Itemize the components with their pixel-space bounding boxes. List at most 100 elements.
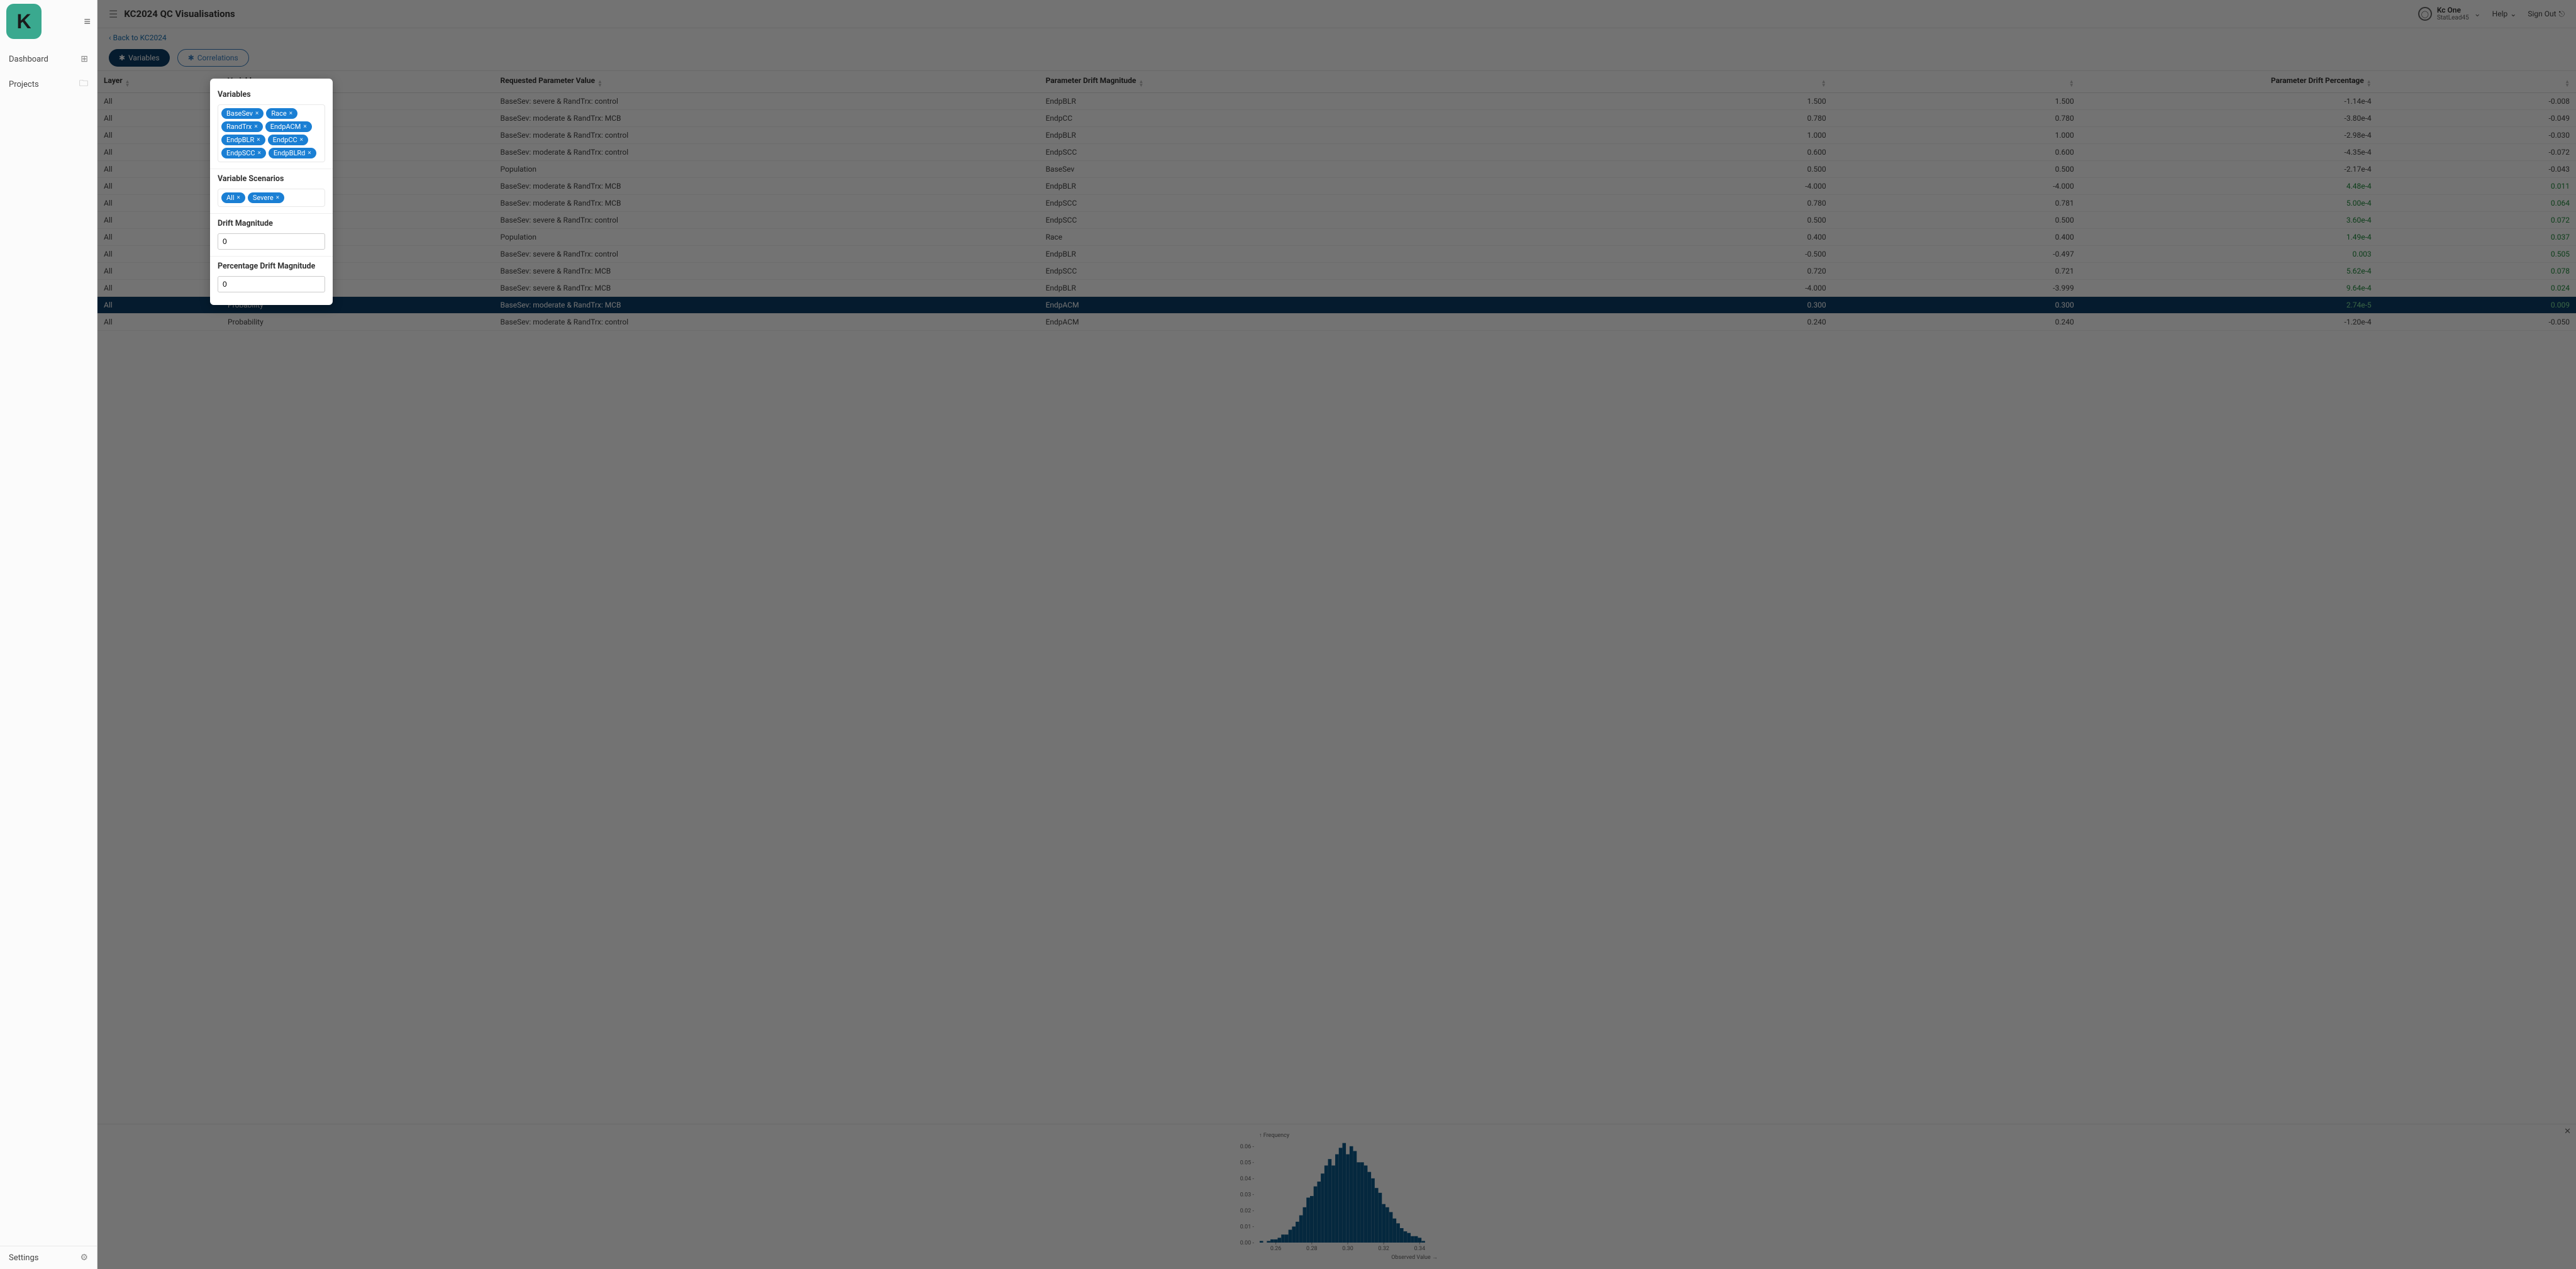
filter-tag[interactable]: BaseSev × <box>221 108 264 119</box>
col-header[interactable]: ▲▼ <box>1833 71 2080 93</box>
cell: All <box>97 246 221 263</box>
menu-icon[interactable]: ☰ <box>109 8 118 20</box>
help-link[interactable]: Help ⌄ <box>2492 9 2517 18</box>
filter-tag[interactable]: EndpBLR × <box>221 135 265 145</box>
table-row[interactable]: AllProbabilityBaseSev: severe & RandTrx:… <box>97 212 2576 229</box>
cell: BaseSev: moderate & RandTrx: MCB <box>494 110 1040 127</box>
back-link[interactable]: ‹ Back to KC2024 <box>109 33 167 42</box>
filter-tag[interactable]: EndpBLRd × <box>269 148 316 158</box>
remove-tag-icon[interactable]: × <box>308 150 311 157</box>
table-row[interactable]: AllMeanBaseSev: severe & RandTrx: MCBEnd… <box>97 280 2576 297</box>
remove-tag-icon[interactable]: × <box>276 194 279 201</box>
cell: 0.078 <box>2378 263 2576 280</box>
histogram-chart: 0.00 -0.01 -0.02 -0.03 -0.04 -0.05 -0.06… <box>1230 1129 1444 1261</box>
scenarios-taglist[interactable]: All ×Severe × <box>218 189 325 207</box>
cell: 0.003 <box>2080 246 2378 263</box>
svg-text:0.02 -: 0.02 - <box>1240 1208 1254 1214</box>
remove-tag-icon[interactable]: × <box>289 110 292 117</box>
folder-icon: 🗀 <box>79 77 88 92</box>
col-header[interactable]: ▲▼ <box>1585 71 1833 93</box>
cell: All <box>97 263 221 280</box>
remove-tag-icon[interactable]: × <box>303 123 306 130</box>
pct-drift-magnitude-input[interactable] <box>218 276 325 292</box>
cell: Population <box>494 229 1040 246</box>
cell: 0.400 <box>1833 229 2080 246</box>
col-header[interactable]: ▲▼ <box>2378 71 2576 93</box>
cell: 3.60e-4 <box>2080 212 2378 229</box>
cell: EndpBLR <box>1040 93 1585 110</box>
filter-tag[interactable]: RandTrx × <box>221 121 263 132</box>
signout-link[interactable]: Sign Out ⎋ <box>2528 9 2565 19</box>
cell: All <box>97 195 221 212</box>
table-row[interactable]: AllProbabilityBaseSev: moderate & RandTr… <box>97 314 2576 331</box>
cell: 1.000 <box>1585 127 1833 144</box>
sort-icon: ▲▼ <box>2069 80 2074 87</box>
cell: Population <box>494 161 1040 178</box>
table-row[interactable]: AllWeights.0PopulationRace0.4000.4001.49… <box>97 229 2576 246</box>
cell: -0.008 <box>2378 93 2576 110</box>
cell: 1.000 <box>1833 127 2080 144</box>
drift-magnitude-input[interactable] <box>218 233 325 250</box>
view-tabs: ✱ Variables ✱ Correlations <box>109 49 2565 67</box>
sidebar-item-dashboard[interactable]: Dashboard ⊞ <box>0 48 97 70</box>
cell: -4.000 <box>1833 178 2080 195</box>
table-row[interactable]: AllStandard DeviationBaseSev: moderate &… <box>97 127 2576 144</box>
variables-taglist[interactable]: BaseSev ×Race ×RandTrx ×EndpACM ×EndpBLR… <box>218 104 325 162</box>
cell: BaseSev: severe & RandTrx: MCB <box>494 280 1040 297</box>
cell: EndpBLR <box>1040 246 1585 263</box>
cell: -0.030 <box>2378 127 2576 144</box>
cell: EndpBLR <box>1040 178 1585 195</box>
cell: EndpBLR <box>1040 280 1585 297</box>
remove-tag-icon[interactable]: × <box>254 123 257 130</box>
remove-tag-icon[interactable]: × <box>258 150 261 157</box>
cell: 0.780 <box>1585 195 1833 212</box>
table-row[interactable]: AllProbabilityBaseSev: moderate & RandTr… <box>97 144 2576 161</box>
svg-text:0.28: 0.28 <box>1306 1246 1318 1252</box>
filter-variables-title: Variables <box>218 90 325 99</box>
cell: -0.043 <box>2378 161 2576 178</box>
sidebar-item-label: Projects <box>9 80 39 89</box>
sidebar-item-projects[interactable]: Projects 🗀 <box>0 70 97 98</box>
filter-pct-drift-title: Percentage Drift Magnitude <box>218 262 325 271</box>
table-row[interactable]: AllProbabilityBaseSev: moderate & RandTr… <box>97 297 2576 314</box>
filter-tag[interactable]: All × <box>221 192 245 203</box>
filter-tag[interactable]: EndpSCC × <box>221 148 266 158</box>
data-table: Layer▲▼Variable▲▼Requested Parameter Val… <box>97 71 2576 331</box>
user-name: Kc One <box>2437 6 2469 14</box>
col-header[interactable]: Requested Parameter Value▲▼ <box>494 71 1040 93</box>
filter-tag[interactable]: Race × <box>266 108 297 119</box>
table-row[interactable]: AllMeanBaseSev: severe & RandTrx: contro… <box>97 246 2576 263</box>
user-menu[interactable]: ◯ Kc One StatLead45 ⌄ <box>2418 6 2481 21</box>
table-row[interactable]: AllProbabilityBaseSev: severe & RandTrx:… <box>97 263 2576 280</box>
remove-tag-icon[interactable]: × <box>257 136 260 143</box>
remove-tag-icon[interactable]: × <box>255 110 258 117</box>
filter-tag[interactable]: EndpCC × <box>268 135 308 145</box>
close-icon[interactable]: ✕ <box>2564 1127 2571 1136</box>
tab-variables[interactable]: ✱ Variables <box>109 49 170 67</box>
cell: 0.500 <box>1585 212 1833 229</box>
cell: 0.064 <box>2378 195 2576 212</box>
cell: EndpSCC <box>1040 195 1585 212</box>
cell: 0.024 <box>2378 280 2576 297</box>
tab-correlations[interactable]: ✱ Correlations <box>177 49 249 67</box>
cell: BaseSev: moderate & RandTrx: control <box>494 144 1040 161</box>
table-row[interactable]: AllStandard DeviationBaseSev: severe & R… <box>97 93 2576 110</box>
col-header[interactable]: Parameter Drift Percentage▲▼ <box>2080 71 2378 93</box>
user-role: StatLead45 <box>2437 14 2469 21</box>
gear-icon: ✱ <box>119 53 125 62</box>
remove-tag-icon[interactable]: × <box>300 136 303 143</box>
filter-tag[interactable]: Severe × <box>248 192 284 203</box>
table-row[interactable]: AllProbabilityBaseSev: moderate & RandTr… <box>97 195 2576 212</box>
table-row[interactable]: AllProbabilityPopulationBaseSev0.5000.50… <box>97 161 2576 178</box>
cell: 0.720 <box>1585 263 1833 280</box>
table-row[interactable]: AllMeanBaseSev: moderate & RandTrx: MCBE… <box>97 178 2576 195</box>
remove-tag-icon[interactable]: × <box>237 194 240 201</box>
filter-tag[interactable]: EndpACM × <box>265 121 312 132</box>
page-title: KC2024 QC Visualisations <box>124 8 235 19</box>
table-row[interactable]: AllProbabilityBaseSev: moderate & RandTr… <box>97 110 2576 127</box>
col-header[interactable]: Parameter Drift Magnitude▲▼ <box>1040 71 1585 93</box>
col-header[interactable]: Layer▲▼ <box>97 71 221 93</box>
back-icon: ‹ <box>109 33 111 42</box>
sidebar-item-settings[interactable]: Settings ⚙ <box>0 1246 97 1269</box>
sidebar-toggle-icon[interactable]: ≡ <box>84 15 91 28</box>
